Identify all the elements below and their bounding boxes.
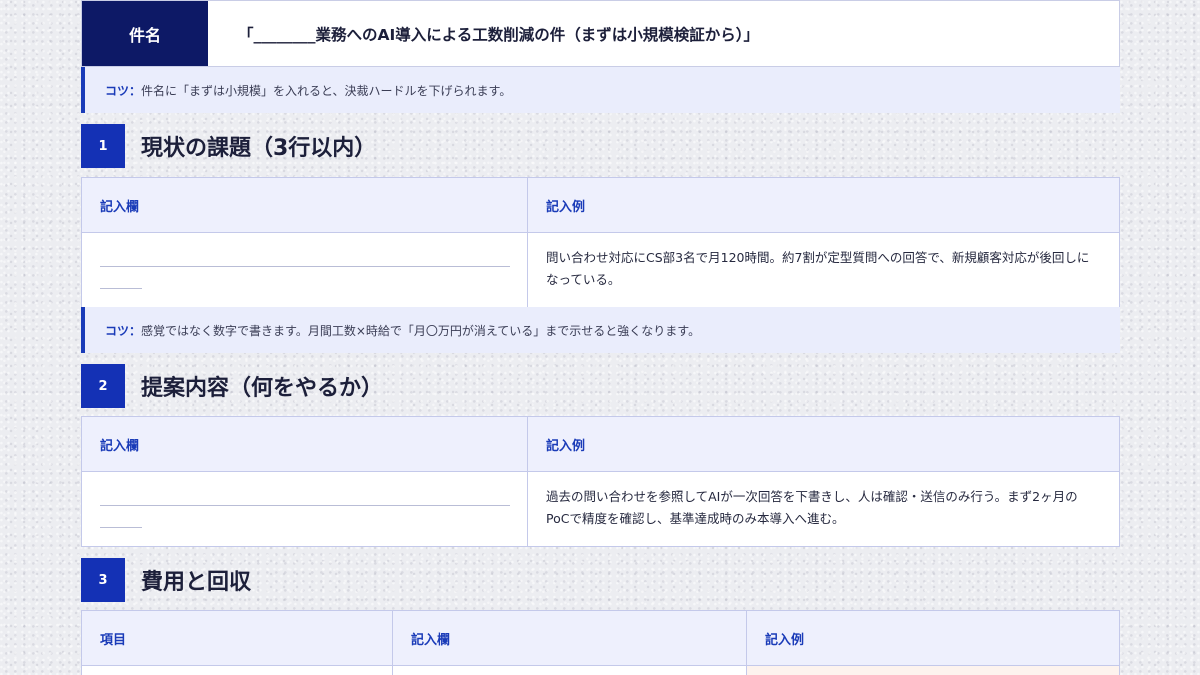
write-line	[100, 527, 142, 528]
tip-label: コツ：	[105, 323, 142, 338]
subject-row: 件名 「________業務へのAI導入による工数削減の件（まずは小規模検証から…	[81, 0, 1120, 67]
example-cell	[747, 666, 1119, 675]
table-row: 問い合わせ対応にCS部3名で月120時間。約7割が定型質問への回答で、新規顧客対…	[82, 233, 1119, 307]
section-heading-2: 2 提案内容（何をやるか）	[81, 364, 383, 408]
subject-value: 「________業務へのAI導入による工数削減の件（まずは小規模検証から）」	[238, 25, 760, 44]
item-cell	[82, 666, 393, 675]
table-cost: 項目 記入欄 記入例	[81, 610, 1120, 675]
column-header-write: 記入欄	[82, 417, 528, 471]
table-row: 過去の問い合わせを参照してAIが一次回答を下書きし、人は確認・送信のみ行う。まず…	[82, 472, 1119, 546]
section-heading-1: 1 現状の課題（3行以内）	[81, 124, 376, 168]
section-title: 提案内容（何をやるか）	[141, 376, 384, 401]
write-line	[100, 266, 510, 267]
section-heading-3: 3 費用と回収	[81, 558, 251, 602]
tip-text: 件名に「まずは小規模」を入れると、決裁ハードルを下げられます。	[141, 83, 512, 98]
section-number: 3	[81, 558, 125, 602]
table-header: 項目 記入欄 記入例	[82, 611, 1119, 666]
section-title: 現状の課題（3行以内）	[141, 136, 377, 161]
write-field[interactable]	[82, 233, 528, 307]
table-proposal: 記入欄 記入例 過去の問い合わせを参照してAIが一次回答を下書きし、人は確認・送…	[81, 416, 1120, 547]
column-header-write: 記入欄	[82, 178, 528, 232]
column-header-write: 記入欄	[393, 611, 747, 665]
table-row	[82, 666, 1119, 675]
tip-text: 感覚ではなく数字で書きます。月間工数×時給で「月〇万円が消えている」まで示せると…	[141, 323, 701, 338]
table-header: 記入欄 記入例	[82, 178, 1119, 233]
write-line	[100, 288, 142, 289]
section-number: 1	[81, 124, 125, 168]
column-header-example: 記入例	[765, 632, 805, 648]
table-header: 記入欄 記入例	[82, 417, 1119, 472]
write-line	[100, 505, 510, 506]
column-header-example: 記入例	[546, 438, 586, 454]
tip-label: コツ：	[105, 83, 142, 98]
section-title: 費用と回収	[141, 570, 252, 595]
subject-label: 件名	[82, 1, 208, 66]
write-field[interactable]	[393, 666, 747, 675]
example-text: 問い合わせ対応にCS部3名で月120時間。約7割が定型質問への回答で、新規顧客対…	[546, 250, 1090, 287]
section-number: 2	[81, 364, 125, 408]
write-field[interactable]	[82, 472, 528, 546]
tip-subject: コツ： 件名に「まずは小規模」を入れると、決裁ハードルを下げられます。	[81, 67, 1120, 113]
example-text: 過去の問い合わせを参照してAIが一次回答を下書きし、人は確認・送信のみ行う。まず…	[546, 489, 1078, 526]
column-header-item: 項目	[82, 611, 393, 665]
table-current-issue: 記入欄 記入例 問い合わせ対応にCS部3名で月120時間。約7割が定型質問への回…	[81, 177, 1120, 308]
tip-current-issue: コツ： 感覚ではなく数字で書きます。月間工数×時給で「月〇万円が消えている」まで…	[81, 307, 1120, 353]
column-header-example: 記入例	[546, 199, 586, 215]
